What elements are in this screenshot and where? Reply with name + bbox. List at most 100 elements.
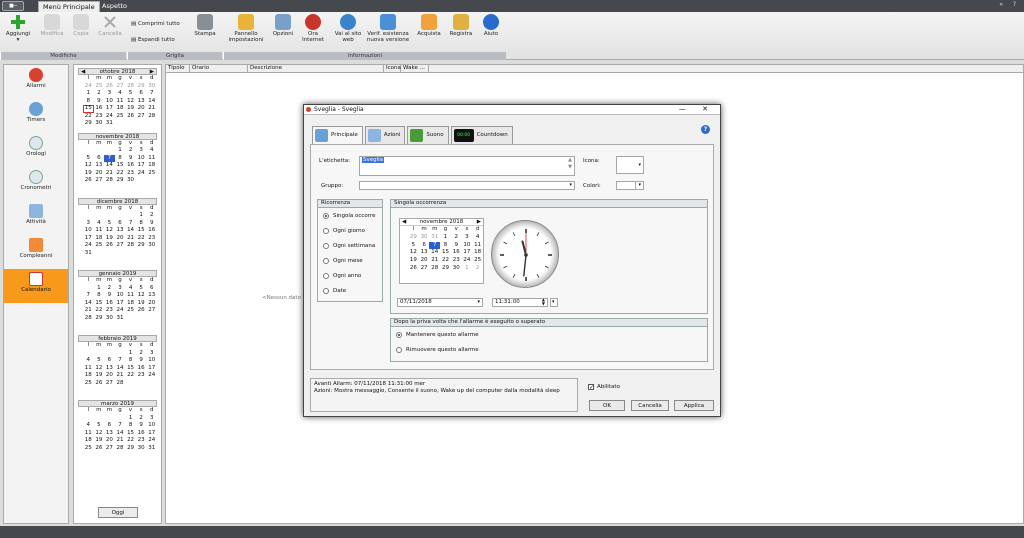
day-cell[interactable]: 6 bbox=[146, 285, 157, 293]
day-cell[interactable]: 4 bbox=[146, 147, 157, 155]
aggiungi-button[interactable]: Aggiungi ▾ bbox=[4, 14, 32, 43]
sidebar-item-orologi[interactable]: Orologi bbox=[4, 133, 68, 167]
day-cell[interactable]: 24 bbox=[115, 307, 126, 315]
day-cell[interactable]: 10 bbox=[83, 227, 94, 235]
day-cell[interactable]: 11 bbox=[125, 292, 136, 300]
day-cell[interactable]: 8 bbox=[115, 155, 126, 163]
day-cell[interactable]: 27 bbox=[146, 307, 157, 315]
day-cell[interactable]: 22 bbox=[115, 170, 126, 178]
sidebar-item-cronometri[interactable]: Cronometri bbox=[4, 167, 68, 201]
day-cell[interactable]: 16 bbox=[146, 227, 157, 235]
day-cell[interactable]: 8 bbox=[125, 357, 136, 365]
day-cell[interactable]: 1 bbox=[83, 90, 94, 98]
day-cell[interactable]: 17 bbox=[83, 235, 94, 243]
day-cell[interactable]: 12 bbox=[136, 292, 147, 300]
day-cell[interactable]: 12 bbox=[94, 430, 105, 438]
day-cell[interactable]: 5 bbox=[125, 90, 136, 98]
day-cell[interactable]: 28 bbox=[429, 265, 440, 273]
day-cell[interactable]: 13 bbox=[419, 249, 430, 257]
day-cell[interactable]: 9 bbox=[136, 422, 147, 430]
day-cell[interactable]: 15 bbox=[440, 249, 451, 257]
day-cell[interactable]: 9 bbox=[94, 98, 105, 106]
day-cell[interactable]: 1 bbox=[115, 147, 126, 155]
cancella-button[interactable]: Cancella bbox=[96, 14, 124, 37]
day-cell[interactable]: 3 bbox=[136, 147, 147, 155]
day-cell[interactable]: 3 bbox=[462, 234, 473, 242]
day-cell[interactable]: 6 bbox=[419, 242, 430, 250]
day-cell[interactable]: 29 bbox=[115, 177, 126, 185]
day-cell[interactable]: 26 bbox=[83, 177, 94, 185]
day-cell[interactable]: 7 bbox=[146, 90, 157, 98]
modifica-button[interactable]: Modifica bbox=[38, 14, 66, 37]
day-cell[interactable]: 18 bbox=[83, 437, 94, 445]
day-cell[interactable]: 7 bbox=[83, 292, 94, 300]
registra-button[interactable]: Registra bbox=[447, 14, 475, 37]
column-tipolo[interactable]: Tipolo bbox=[166, 65, 190, 72]
tab-suono[interactable]: Suono bbox=[407, 126, 449, 144]
day-cell[interactable]: 11 bbox=[115, 98, 126, 106]
day-cell[interactable]: 8 bbox=[94, 292, 105, 300]
day-cell[interactable]: 11 bbox=[94, 227, 105, 235]
tab-azioni[interactable]: Azioni bbox=[364, 126, 406, 144]
oggi-button[interactable]: Oggi bbox=[98, 507, 138, 518]
day-cell[interactable]: 15 bbox=[125, 430, 136, 438]
tab-principale[interactable]: Principale bbox=[312, 126, 363, 144]
day-cell[interactable]: 31 bbox=[104, 120, 115, 128]
day-cell[interactable]: 16 bbox=[136, 430, 147, 438]
day-cell[interactable]: 19 bbox=[136, 300, 147, 308]
day-cell[interactable]: 19 bbox=[104, 235, 115, 243]
day-cell[interactable]: 20 bbox=[146, 300, 157, 308]
icona-picker[interactable]: ▾ bbox=[616, 156, 644, 174]
day-cell[interactable]: 15 bbox=[115, 162, 126, 170]
day-cell[interactable]: 15 bbox=[83, 105, 94, 113]
day-cell[interactable]: 25 bbox=[94, 242, 105, 250]
day-cell[interactable]: 20 bbox=[104, 372, 115, 380]
tab-aspetto[interactable]: Aspetto bbox=[98, 1, 131, 12]
day-cell[interactable]: 17 bbox=[115, 300, 126, 308]
day-cell[interactable]: 28 bbox=[125, 242, 136, 250]
day-cell[interactable]: 21 bbox=[429, 257, 440, 265]
day-cell[interactable]: 9 bbox=[136, 357, 147, 365]
day-cell[interactable]: 23 bbox=[125, 170, 136, 178]
day-cell[interactable]: 25 bbox=[472, 257, 483, 265]
day-cell[interactable]: 20 bbox=[419, 257, 430, 265]
day-cell[interactable]: 29 bbox=[136, 83, 147, 91]
day-cell[interactable]: 7 bbox=[115, 357, 126, 365]
cancella-dialog-button[interactable]: Cancella bbox=[631, 400, 669, 411]
dopo-option[interactable]: Mantenere questo allarme bbox=[396, 332, 478, 338]
day-cell[interactable]: 13 bbox=[94, 162, 105, 170]
day-cell[interactable]: 12 bbox=[408, 249, 419, 257]
day-cell[interactable]: 10 bbox=[136, 155, 147, 163]
tab-menu-principale[interactable]: Menù Principale bbox=[38, 1, 100, 12]
ora-internet-button[interactable]: Ora Internet bbox=[299, 14, 327, 43]
day-cell[interactable]: 24 bbox=[146, 372, 157, 380]
day-cell[interactable]: 21 bbox=[115, 437, 126, 445]
sidebar-item-timers[interactable]: Timers bbox=[4, 99, 68, 133]
day-cell[interactable]: 9 bbox=[146, 220, 157, 228]
day-cell[interactable]: 13 bbox=[136, 98, 147, 106]
day-cell[interactable]: 5 bbox=[94, 357, 105, 365]
day-cell[interactable]: 21 bbox=[146, 105, 157, 113]
ok-button[interactable]: OK bbox=[589, 400, 625, 411]
date-picker[interactable]: 07/11/2018 ▾ bbox=[397, 298, 483, 307]
ric-option[interactable]: Singola occorre bbox=[323, 213, 375, 219]
day-cell[interactable]: 4 bbox=[83, 357, 94, 365]
day-cell[interactable]: 23 bbox=[136, 372, 147, 380]
day-cell[interactable]: 22 bbox=[136, 235, 147, 243]
day-cell[interactable]: 28 bbox=[125, 83, 136, 91]
day-cell[interactable]: 22 bbox=[125, 372, 136, 380]
day-cell[interactable]: 30 bbox=[146, 242, 157, 250]
day-cell[interactable]: 16 bbox=[451, 249, 462, 257]
day-cell[interactable]: 11 bbox=[472, 242, 483, 250]
day-cell[interactable]: 5 bbox=[83, 155, 94, 163]
day-cell[interactable]: 26 bbox=[104, 83, 115, 91]
day-cell[interactable]: 15 bbox=[136, 227, 147, 235]
day-cell[interactable]: 14 bbox=[115, 365, 126, 373]
day-cell[interactable]: 24 bbox=[83, 242, 94, 250]
aiuto-button[interactable]: Aiuto bbox=[479, 14, 503, 37]
sidebar-item-allarmi[interactable]: Allarmi bbox=[4, 65, 68, 99]
day-cell[interactable]: 4 bbox=[83, 422, 94, 430]
time-spinner[interactable]: 11:31:00 ▲ ▼ bbox=[492, 298, 548, 307]
day-cell[interactable]: 8 bbox=[440, 242, 451, 250]
prev-month-icon[interactable]: ◀ bbox=[81, 69, 85, 75]
